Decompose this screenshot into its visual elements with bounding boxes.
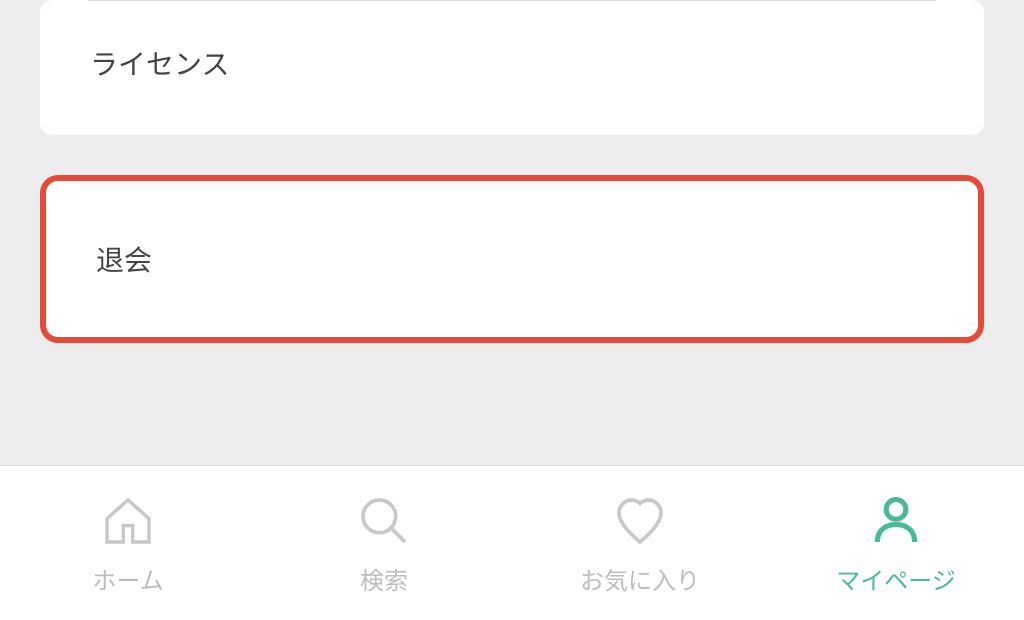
nav-mypage[interactable]: マイページ <box>768 466 1024 620</box>
nav-search[interactable]: 検索 <box>256 466 512 620</box>
nav-mypage-label: マイページ <box>836 561 956 596</box>
license-label: ライセンス <box>90 49 229 80</box>
withdraw-label: 退会 <box>96 245 152 276</box>
nav-favorites-label: お気に入り <box>580 561 700 596</box>
nav-favorites[interactable]: お気に入り <box>512 466 768 620</box>
nav-home-label: ホーム <box>92 561 163 596</box>
nav-search-label: 検索 <box>360 561 408 596</box>
home-icon <box>98 491 158 551</box>
heart-icon <box>610 491 670 551</box>
nav-home[interactable]: ホーム <box>0 466 256 620</box>
settings-card: ライセンス <box>40 0 984 135</box>
withdraw-card[interactable]: 退会 <box>40 175 984 343</box>
search-icon <box>354 491 414 551</box>
bottom-nav: ホーム 検索 お気に入り マイページ <box>0 465 1024 620</box>
content-area: ライセンス 退会 <box>0 0 1024 465</box>
license-row[interactable]: ライセンス <box>40 1 984 125</box>
person-icon <box>866 491 926 551</box>
